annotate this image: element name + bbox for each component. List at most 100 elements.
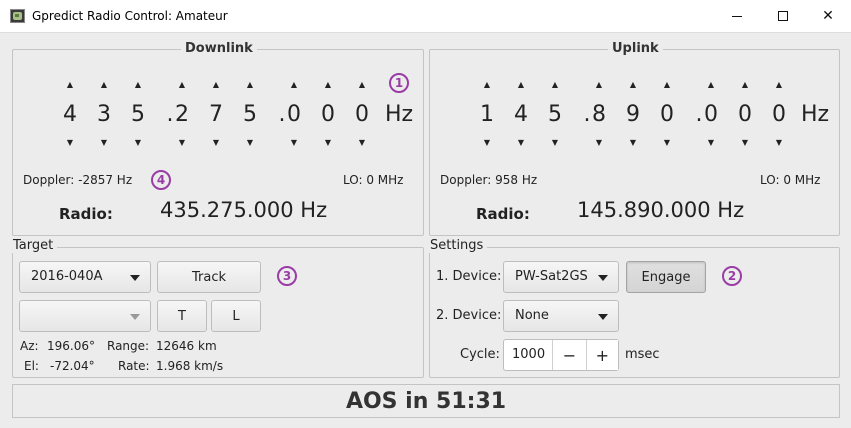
uplink-digit[interactable]: 9 [623, 102, 643, 127]
device2-label: 2. Device: [436, 308, 502, 323]
uplink-digit[interactable]: 0 [735, 102, 755, 127]
downlink-digit-up-arrow-icon[interactable]: ▲ [128, 80, 148, 89]
uplink-digit-down-arrow-icon[interactable]: ▼ [623, 138, 643, 147]
rate-label: Rate: [118, 359, 150, 373]
device2-select[interactable]: None [503, 300, 619, 332]
uplink-digit-up-arrow-icon[interactable]: ▲ [769, 80, 789, 89]
aos-status-text: AOS in 51:31 [345, 388, 507, 414]
uplink-digit[interactable]: 0 [657, 102, 677, 127]
uplink-digit-up-arrow-icon[interactable]: ▲ [545, 80, 565, 89]
downlink-digit-up-arrow-icon[interactable]: ▲ [284, 80, 304, 89]
downlink-digit[interactable]: 4 [60, 102, 80, 127]
downlink-digit-down-arrow-icon[interactable]: ▼ [284, 138, 304, 147]
satellite-select[interactable]: 2016-040A [19, 261, 151, 293]
close-button[interactable]: ✕ [805, 0, 851, 32]
device1-label: 1. Device: [436, 269, 502, 284]
uplink-digit-down-arrow-icon[interactable]: ▼ [511, 138, 531, 147]
cycle-increment-button[interactable]: + [585, 340, 618, 370]
uplink-digit-up-arrow-icon[interactable]: ▲ [701, 80, 721, 89]
downlink-digit[interactable]: 5 [240, 102, 260, 127]
maximize-button[interactable] [760, 0, 806, 32]
annotation-badge-4: 4 [151, 170, 171, 190]
uplink-digit[interactable]: 8 [589, 102, 609, 127]
device1-select[interactable]: PW-Sat2GS [503, 261, 619, 293]
maximize-icon [778, 11, 788, 21]
cycle-spinner[interactable]: 1000 − + [503, 339, 619, 371]
aos-status: AOS in 51:31 [12, 384, 840, 418]
annotation-badge-1: 1 [389, 73, 409, 93]
settings-label: Settings [426, 238, 488, 253]
downlink-digit[interactable]: 5 [128, 102, 148, 127]
downlink-digit-up-arrow-icon[interactable]: ▲ [172, 80, 192, 89]
uplink-digit-down-arrow-icon[interactable]: ▼ [545, 138, 565, 147]
satellite-select-value: 2016-040A [31, 269, 103, 284]
downlink-digit-up-arrow-icon[interactable]: ▲ [352, 80, 372, 89]
settings-frame: Settings 1. Device: PW-Sat2GS Engage 2 2… [426, 238, 840, 378]
minimize-icon [732, 15, 742, 17]
uplink-digit[interactable]: 0 [701, 102, 721, 127]
downlink-digit-down-arrow-icon[interactable]: ▼ [172, 138, 192, 147]
downlink-unit: Hz [385, 102, 414, 127]
l-button[interactable]: L [211, 300, 261, 332]
window-title: Gpredict Radio Control: Amateur [32, 9, 228, 23]
uplink-digit-up-arrow-icon[interactable]: ▲ [657, 80, 677, 89]
uplink-digit[interactable]: 4 [511, 102, 531, 127]
downlink-digit-up-arrow-icon[interactable]: ▲ [318, 80, 338, 89]
elevation-value: -72.04° [50, 359, 95, 373]
target-label: Target [9, 238, 58, 253]
downlink-digit[interactable]: 3 [94, 102, 114, 127]
cycle-unit: msec [625, 347, 660, 362]
track-button[interactable]: Track [157, 261, 261, 293]
uplink-digit[interactable]: 1 [477, 102, 497, 127]
rate-value: 1.968 km/s [156, 359, 224, 373]
cycle-decrement-button[interactable]: − [553, 340, 586, 370]
downlink-digit[interactable]: 0 [352, 102, 372, 127]
downlink-digit[interactable]: 0 [284, 102, 304, 127]
downlink-digit-down-arrow-icon[interactable]: ▼ [128, 138, 148, 147]
chevron-down-icon [130, 314, 140, 320]
downlink-radio-label: Radio: [59, 205, 113, 223]
uplink-digit-up-arrow-icon[interactable]: ▲ [735, 80, 755, 89]
downlink-digit-down-arrow-icon[interactable]: ▼ [60, 138, 80, 147]
downlink-digit-up-arrow-icon[interactable]: ▲ [240, 80, 260, 89]
downlink-digit-up-arrow-icon[interactable]: ▲ [60, 80, 80, 89]
downlink-digit-up-arrow-icon[interactable]: ▲ [206, 80, 226, 89]
downlink-digit-down-arrow-icon[interactable]: ▼ [240, 138, 260, 147]
cycle-label: Cycle: [460, 347, 500, 362]
uplink-digit-up-arrow-icon[interactable]: ▲ [623, 80, 643, 89]
annotation-badge-3: 3 [277, 266, 297, 286]
downlink-digit-down-arrow-icon[interactable]: ▼ [94, 138, 114, 147]
uplink-digit[interactable]: 0 [769, 102, 789, 127]
device2-select-value: None [515, 308, 549, 323]
cycle-input[interactable]: 1000 [504, 340, 554, 370]
uplink-digit-up-arrow-icon[interactable]: ▲ [589, 80, 609, 89]
downlink-digit-up-arrow-icon[interactable]: ▲ [94, 80, 114, 89]
uplink-digit-down-arrow-icon[interactable]: ▼ [657, 138, 677, 147]
minimize-button[interactable] [714, 0, 760, 32]
downlink-digit[interactable]: 2 [172, 102, 192, 127]
chevron-down-icon [130, 275, 140, 281]
uplink-digit-down-arrow-icon[interactable]: ▼ [477, 138, 497, 147]
downlink-digit-down-arrow-icon[interactable]: ▼ [352, 138, 372, 147]
engage-button[interactable]: Engage [626, 261, 706, 293]
pass-select[interactable] [19, 300, 151, 332]
downlink-digit[interactable]: 0 [318, 102, 338, 127]
uplink-digit-down-arrow-icon[interactable]: ▼ [589, 138, 609, 147]
range-label: Range: [107, 339, 150, 353]
chevron-down-icon [598, 314, 608, 320]
azimuth-label: Az: [20, 339, 39, 353]
elevation-label: El: [24, 359, 39, 373]
t-button[interactable]: T [157, 300, 207, 332]
uplink-digit[interactable]: 5 [545, 102, 565, 127]
uplink-digit-down-arrow-icon[interactable]: ▼ [769, 138, 789, 147]
downlink-digit-down-arrow-icon[interactable]: ▼ [318, 138, 338, 147]
downlink-digit-down-arrow-icon[interactable]: ▼ [206, 138, 226, 147]
uplink-digit-down-arrow-icon[interactable]: ▼ [735, 138, 755, 147]
downlink-lo: LO: 0 MHz [343, 173, 404, 187]
downlink-digit[interactable]: 7 [206, 102, 226, 127]
uplink-digit-down-arrow-icon[interactable]: ▼ [701, 138, 721, 147]
uplink-frame: Uplink ▲ 1 ▼ ▲ 4 ▼ ▲ 5 ▼. ▲ 8 ▼ ▲ 9 ▼ ▲ 0 ▼. ▲ 0 ▼ ▲ 0 ▼ ▲ 0 ▼ Hz … [429, 41, 840, 236]
uplink-digit-up-arrow-icon[interactable]: ▲ [511, 80, 531, 89]
uplink-digit-up-arrow-icon[interactable]: ▲ [477, 80, 497, 89]
range-value: 12646 km [156, 339, 217, 353]
